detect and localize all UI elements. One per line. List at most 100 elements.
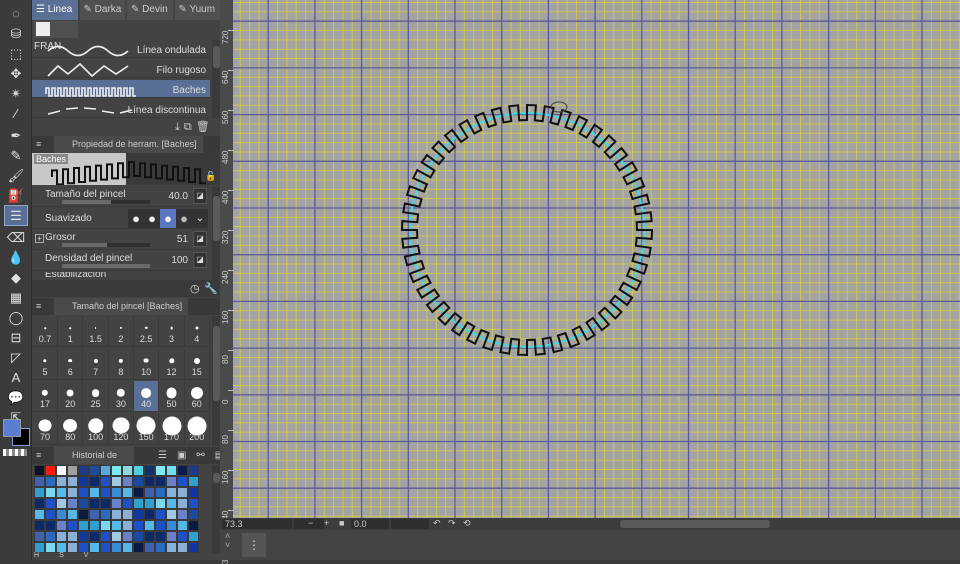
subtool-filo-rugoso[interactable]: Filo rugoso — [32, 60, 210, 78]
brush-size-option[interactable]: 80 — [58, 413, 84, 445]
color-swatch[interactable] — [78, 465, 89, 476]
move-tool-icon[interactable]: ✥ — [5, 64, 27, 83]
rotate-right-icon[interactable]: ↷ — [448, 518, 456, 529]
pencil-tool-icon[interactable]: ✎ — [5, 146, 27, 165]
color-swatch[interactable] — [56, 509, 67, 520]
brush-size-option[interactable]: 12 — [159, 348, 185, 380]
color-swatch[interactable] — [166, 465, 177, 476]
brush-size-option[interactable]: 150 — [134, 413, 160, 445]
color-swatch[interactable] — [144, 520, 155, 531]
color-swatch[interactable] — [166, 498, 177, 509]
duplicate-icon[interactable]: ⧉ — [184, 121, 196, 133]
color-swatch[interactable] — [67, 520, 78, 531]
color-swatch[interactable] — [122, 531, 133, 542]
smoothing-option-icon[interactable]: ● — [160, 209, 176, 228]
color-swatch[interactable] — [78, 509, 89, 520]
brush-size-option[interactable]: 40 — [134, 381, 160, 412]
color-swatch[interactable] — [166, 520, 177, 531]
color-swatch[interactable] — [188, 531, 199, 542]
transparent-color-icon[interactable] — [3, 449, 27, 456]
color-swatch[interactable] — [144, 465, 155, 476]
color-swatch[interactable] — [34, 520, 45, 531]
ruler-tool-icon[interactable]: ◸ — [5, 348, 27, 367]
pressure-icon[interactable]: ◪ — [193, 188, 207, 204]
brush-size-property[interactable]: Tamaño del pincel 40.0 ◪ — [32, 186, 210, 207]
color-swatch[interactable] — [67, 476, 78, 487]
color-swatch[interactable] — [34, 476, 45, 487]
color-swatch[interactable] — [89, 487, 100, 498]
color-swatch[interactable] — [111, 509, 122, 520]
brush-size-value[interactable]: 40.0 — [169, 191, 188, 202]
color-swatch[interactable] — [177, 487, 188, 498]
brush-size-option[interactable]: 15 — [184, 348, 210, 380]
angle-slider[interactable] — [391, 519, 429, 529]
brush-size-option[interactable]: 50 — [159, 381, 185, 412]
eyedropper-tool-icon[interactable]: ⁄ — [5, 104, 27, 123]
h-label[interactable]: H — [34, 552, 39, 559]
color-swatch[interactable] — [144, 542, 155, 553]
brush-size-option[interactable]: 0.7 — [33, 316, 58, 347]
color-swatch[interactable] — [56, 487, 67, 498]
blend-tool-icon[interactable]: 💧 — [5, 248, 27, 267]
color-swatch[interactable] — [144, 487, 155, 498]
reset-rotation-icon[interactable]: ⟲ — [463, 518, 471, 529]
brush-tool-icon[interactable]: 🖌 — [5, 166, 27, 185]
color-swatch[interactable] — [89, 531, 100, 542]
color-swatch[interactable] — [67, 465, 78, 476]
v-label[interactable]: V — [84, 552, 89, 559]
color-swatch[interactable] — [56, 498, 67, 509]
drawing-canvas[interactable] — [233, 0, 960, 518]
s-label[interactable]: S — [59, 552, 64, 559]
color-swatch[interactable] — [133, 465, 144, 476]
brush-size-option[interactable]: 10 — [134, 348, 160, 380]
brush-size-option[interactable]: 30 — [108, 381, 134, 412]
smoothing-option-icon[interactable]: ● — [176, 209, 192, 228]
color-swatch[interactable] — [111, 531, 122, 542]
brush-size-option[interactable]: 17 — [33, 381, 58, 412]
color-swatch[interactable] — [45, 520, 56, 531]
color-swatch[interactable] — [155, 542, 166, 553]
color-swatch[interactable] — [144, 476, 155, 487]
menu-icon[interactable]: ≡ — [36, 298, 41, 315]
color-swatch[interactable] — [56, 476, 67, 487]
brush-size-option[interactable]: 70 — [33, 413, 58, 445]
color-swatch[interactable] — [188, 509, 199, 520]
color-swatch[interactable] — [56, 531, 67, 542]
marquee-tool-icon[interactable]: ⬚ — [5, 44, 27, 63]
delete-icon[interactable]: 🗑 — [196, 121, 214, 133]
color-swatch[interactable] — [166, 487, 177, 498]
color-swatch[interactable] — [155, 465, 166, 476]
decoration-tool-icon[interactable]: ☰ — [4, 205, 28, 226]
color-swatch[interactable] — [122, 476, 133, 487]
subtool-línea-discontinua[interactable]: Línea discontinua — [32, 100, 210, 118]
rotate-left-icon[interactable]: ↶ — [433, 518, 441, 529]
gradient-tool-icon[interactable]: ▦ — [5, 288, 27, 307]
color-swatch[interactable] — [45, 531, 56, 542]
thickness-slider[interactable] — [62, 243, 150, 247]
color-swatch[interactable] — [45, 509, 56, 520]
color-swatch[interactable] — [155, 531, 166, 542]
panel-layout-button[interactable]: ⋮ — [242, 533, 266, 557]
subtool-group-fran[interactable]: FRAN — [34, 21, 78, 52]
color-swatch[interactable] — [155, 509, 166, 520]
subtool-tab-darka[interactable]: ✎ Darka — [79, 0, 125, 20]
pressure-icon[interactable]: ◪ — [193, 252, 207, 268]
color-swatch[interactable] — [188, 476, 199, 487]
brush-size-option[interactable]: 8 — [108, 348, 134, 380]
reset-icon[interactable]: ◷ — [190, 282, 200, 295]
color-swatch[interactable] — [100, 487, 111, 498]
color-swatch[interactable] — [177, 476, 188, 487]
color-swatch[interactable] — [56, 465, 67, 476]
main-color-swatch[interactable] — [3, 419, 21, 437]
smoothing-option-icon[interactable]: ⌄ — [192, 209, 208, 228]
subtool-baches[interactable]: Baches — [32, 80, 210, 98]
color-swatch[interactable] — [100, 509, 111, 520]
color-swatch[interactable] — [144, 509, 155, 520]
color-swatch[interactable] — [45, 476, 56, 487]
balloon-tool-icon[interactable]: 💬 — [5, 388, 27, 407]
color-swatch[interactable] — [78, 487, 89, 498]
color-swatch[interactable] — [188, 520, 199, 531]
brush-size-option[interactable]: 1.5 — [83, 316, 109, 347]
expand-icon[interactable]: + — [35, 234, 44, 243]
object-tool-icon[interactable]: ⛁ — [5, 24, 27, 43]
